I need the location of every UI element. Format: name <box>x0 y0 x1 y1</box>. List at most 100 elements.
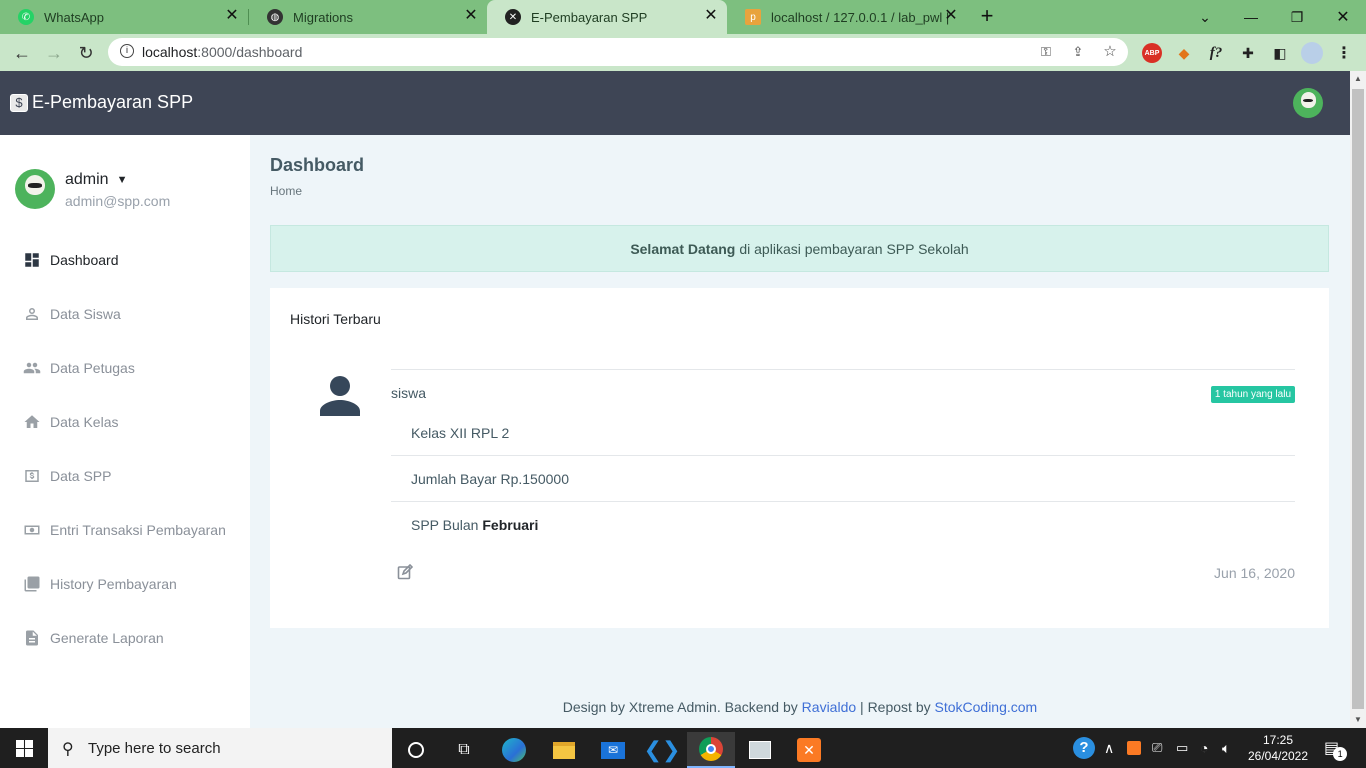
close-icon[interactable]: ✕ <box>224 8 240 24</box>
forward-arrow-icon[interactable]: → <box>41 40 67 66</box>
tab-phpmyadmin[interactable]: p localhost / 127.0.0.1 / lab_pwl | p ✕ <box>727 0 967 34</box>
card-title: Histori Terbaru <box>290 311 381 327</box>
welcome-text: di aplikasi pembayaran SPP Sekolah <box>739 240 969 257</box>
taskbar-search-input[interactable]: ⚲ Type here to search <box>48 728 392 768</box>
footer-link-ravialdo[interactable]: Ravialdo <box>802 699 856 715</box>
scroll-up-arrow-icon[interactable]: ▲ <box>1350 71 1366 87</box>
brand-title: E-Pembayaran SPP <box>32 92 194 112</box>
sidebar-item-data-siswa[interactable]: Data Siswa <box>0 287 250 341</box>
scrollbar[interactable]: ▲ ▼ <box>1350 71 1366 728</box>
sidebar-item-label: Dashboard <box>50 252 119 268</box>
address-bar[interactable]: i localhost:8000/dashboard ⚿ ⇪ ☆ <box>108 38 1128 66</box>
time-ago-badge: 1 tahun yang lalu <box>1210 386 1295 403</box>
chevron-down-icon: ▼ <box>116 174 128 186</box>
share-icon[interactable]: ⇪ <box>1070 44 1086 60</box>
breadcrumb[interactable]: Home <box>270 184 302 198</box>
user-name: admin <box>65 171 109 188</box>
history-card: Histori Terbaru siswa 1 tahun yang lalu … <box>270 288 1329 628</box>
tab-migrations[interactable]: ◍ Migrations ✕ <box>249 0 487 34</box>
close-icon[interactable]: ✕ <box>943 8 959 24</box>
money-icon <box>23 467 41 485</box>
tab-whatsapp[interactable]: ✆ WhatsApp ✕ <box>0 0 248 34</box>
xampp-tray-icon[interactable] <box>1127 728 1141 768</box>
sidebar-item-generate-laporan[interactable]: Generate Laporan <box>0 611 250 665</box>
dashboard-icon <box>23 251 41 269</box>
main-content: Dashboard Home Selamat Datang di aplikas… <box>250 135 1350 728</box>
phpmyadmin-icon: p <box>745 9 761 25</box>
device-icon[interactable]: ⎚ <box>1152 728 1162 768</box>
sidepanel-icon[interactable]: ◧ <box>1270 43 1290 63</box>
close-window-button[interactable]: ✕ <box>1320 0 1366 34</box>
edge-icon[interactable] <box>490 732 538 768</box>
xampp-icon[interactable]: ✕ <box>785 732 833 768</box>
task-view-icon[interactable]: ⧉ <box>440 732 488 768</box>
tab-search-icon[interactable]: ⌄ <box>1182 0 1228 34</box>
sidebar-item-label: History Pembayaran <box>50 576 177 592</box>
photos-icon[interactable] <box>736 732 784 768</box>
key-icon[interactable]: ⚿ <box>1038 44 1054 60</box>
scroll-thumb[interactable] <box>1352 89 1364 709</box>
welcome-alert: Selamat Datang di aplikasi pembayaran SP… <box>270 225 1329 272</box>
person-icon <box>23 305 41 323</box>
brand[interactable]: $ E-Pembayaran SPP <box>10 92 193 113</box>
clock-time: 17:25 <box>1262 733 1294 747</box>
user-dropdown[interactable]: admin ▼ <box>65 171 170 189</box>
scroll-down-arrow-icon[interactable]: ▼ <box>1350 712 1366 728</box>
battery-icon[interactable]: ▭ <box>1176 728 1188 768</box>
app-header: $ E-Pembayaran SPP <box>0 71 1350 135</box>
sidebar-item-dashboard[interactable]: Dashboard <box>0 233 250 287</box>
footer-link-stokcoding[interactable]: StokCoding.com <box>935 699 1038 715</box>
new-tab-button[interactable]: + <box>976 5 998 27</box>
header-avatar[interactable] <box>1293 88 1323 118</box>
menu-kebab-icon[interactable]: ⋮ <box>1334 43 1354 63</box>
bulan-row: SPP Bulan Februari <box>411 517 538 533</box>
tab-title: Migrations <box>293 9 353 25</box>
search-placeholder: Type here to search <box>88 739 221 757</box>
sidebar-item-data-kelas[interactable]: Data Kelas <box>0 395 250 449</box>
bulan-value: Februari <box>482 517 539 533</box>
whatsapp-icon: ✆ <box>18 9 34 25</box>
sidebar-item-data-petugas[interactable]: Data Petugas <box>0 341 250 395</box>
help-icon[interactable]: ? <box>1073 728 1095 768</box>
sidebar-item-data-spp[interactable]: Data SPP <box>0 449 250 503</box>
close-icon[interactable]: ✕ <box>463 8 479 24</box>
chrome-icon[interactable] <box>687 732 735 768</box>
footer: Design by Xtreme Admin. Backend by Ravia… <box>250 699 1350 715</box>
minimize-button[interactable]: — <box>1228 0 1274 34</box>
windows-start-icon[interactable] <box>0 728 48 768</box>
vscode-icon[interactable]: ❮❯ <box>638 732 686 768</box>
sidebar-item-label: Generate Laporan <box>50 630 164 646</box>
info-icon[interactable]: i <box>120 44 134 58</box>
formula-ext-icon[interactable]: f? <box>1206 43 1226 63</box>
document-icon <box>23 629 41 647</box>
notification-count: 1 <box>1333 747 1348 761</box>
sidebar-item-label: Data Siswa <box>50 306 121 322</box>
star-icon[interactable]: ☆ <box>1102 44 1118 60</box>
cortana-icon[interactable] <box>392 732 440 768</box>
metamask-icon[interactable]: ◆ <box>1174 43 1194 63</box>
browser-tab-bar: ✆ WhatsApp ✕ ◍ Migrations ✕ ✕ E-Pembayar… <box>0 0 1366 34</box>
back-arrow-icon[interactable]: ← <box>9 40 35 66</box>
search-icon: ⚲ <box>62 741 74 758</box>
close-icon[interactable]: ✕ <box>703 8 719 24</box>
library-icon <box>23 575 41 593</box>
reload-icon[interactable]: ↻ <box>73 40 99 66</box>
sidebar-item-label: Data Petugas <box>50 360 135 376</box>
page-title: Dashboard <box>270 155 365 175</box>
profile-avatar-icon[interactable] <box>1301 42 1323 64</box>
sidebar-item-history[interactable]: History Pembayaran <box>0 557 250 611</box>
notification-icon[interactable]: ▤ 1 <box>1324 728 1353 768</box>
adblock-icon[interactable]: ABP <box>1142 43 1162 63</box>
file-explorer-icon[interactable] <box>540 732 588 768</box>
extensions-icon[interactable]: ✚ <box>1238 43 1258 63</box>
restore-button[interactable]: ❐ <box>1274 0 1320 34</box>
system-clock[interactable]: 17:25 26/04/2022 <box>1247 732 1309 764</box>
wifi-icon[interactable]: ◔ <box>1200 728 1208 768</box>
tab-e-pembayaran[interactable]: ✕ E-Pembayaran SPP ✕ <box>487 0 727 34</box>
sidebar-item-label: Data Kelas <box>50 414 119 430</box>
edit-icon[interactable] <box>397 563 414 580</box>
mail-icon[interactable]: ✉ <box>589 732 637 768</box>
tray-chevron-up-icon[interactable]: ∧ <box>1104 728 1114 768</box>
sidebar-item-entri-transaksi[interactable]: Entri Transaksi Pembayaran <box>0 503 250 557</box>
volume-icon[interactable]: 🔈︎ <box>1222 728 1230 768</box>
